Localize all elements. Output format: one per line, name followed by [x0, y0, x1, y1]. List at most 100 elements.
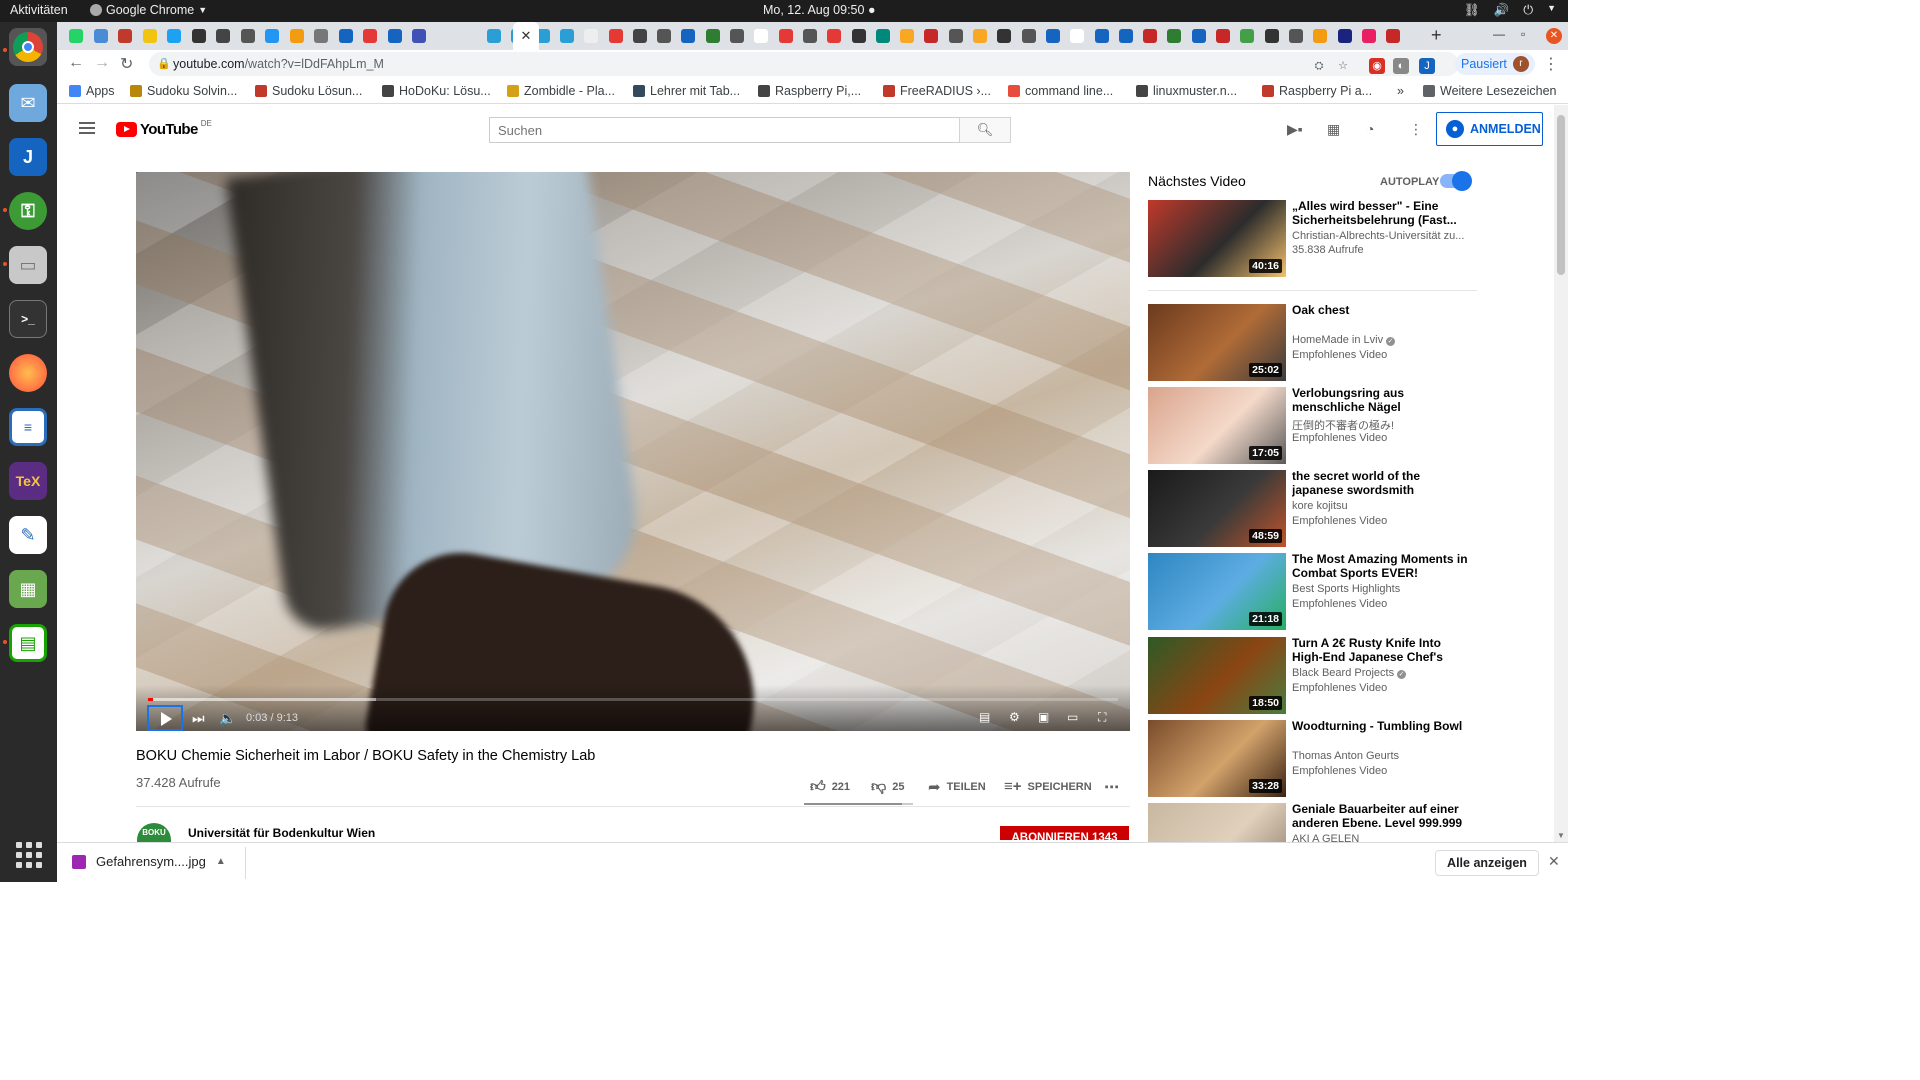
tab-favicon[interactable] — [900, 29, 915, 43]
tab-favicon[interactable] — [1070, 29, 1085, 43]
tab-favicon[interactable] — [1094, 29, 1109, 43]
recommended-video[interactable]: 48:59 the secret world of the japanese sw… — [1148, 470, 1478, 548]
tab-favicon[interactable] — [1216, 29, 1230, 43]
recommended-title[interactable]: Geniale Bauarbeiter auf einer anderen Eb… — [1292, 803, 1472, 830]
save-button[interactable]: ≡+ SPEICHERN — [1004, 778, 1092, 795]
recommended-title[interactable]: The Most Amazing Moments in Combat Sport… — [1292, 553, 1472, 580]
bookmark-item[interactable]: command line... — [1008, 84, 1113, 98]
tab-favicon[interactable] — [924, 29, 939, 43]
close-tab-icon[interactable]: ✕ — [521, 28, 532, 43]
recommended-title[interactable]: Oak chest — [1292, 304, 1472, 318]
bookmark-item[interactable]: Sudoku Lösun... — [255, 84, 362, 98]
more-vertical-icon[interactable]: ⋮ — [1543, 54, 1559, 74]
messages-icon[interactable]: ◔ — [1366, 121, 1374, 137]
calc-icon[interactable]: ▤ — [9, 624, 47, 662]
joplin-icon[interactable]: J — [9, 138, 47, 176]
channel-name[interactable]: Universität für Bodenkultur Wien — [188, 826, 375, 840]
bookmark-item[interactable]: Raspberry Pi,... — [758, 84, 861, 98]
tab-favicon[interactable] — [705, 29, 720, 43]
theater-mode-icon[interactable]: ▭ — [1067, 710, 1078, 724]
translate-icon[interactable]: ⛭ — [1311, 58, 1327, 74]
tab-favicon[interactable] — [314, 29, 328, 43]
tab-favicon[interactable] — [1118, 29, 1133, 43]
video-player[interactable]: ⏭ 🔈 0:03 / 9:13 ▤ ⚙ ▣ ▭ ⛶ — [136, 172, 1130, 731]
tab-favicon[interactable] — [802, 29, 817, 43]
power-icon[interactable]: ⏻ — [1523, 3, 1533, 18]
subscribe-button[interactable]: ABONNIEREN 1343 — [1000, 826, 1129, 840]
profile-button[interactable]: Pausiert r — [1455, 53, 1535, 75]
tab-favicon[interactable] — [191, 29, 206, 43]
tab-favicon[interactable] — [973, 29, 987, 43]
tab-favicon[interactable] — [778, 29, 793, 43]
video-thumbnail[interactable]: 40:16 — [1148, 200, 1286, 277]
back-icon[interactable]: ← — [68, 54, 84, 72]
like-button[interactable]: 👍︎ 221 — [810, 778, 850, 796]
tab-favicon[interactable] — [1386, 29, 1401, 43]
tab-favicon[interactable] — [1021, 29, 1036, 43]
search-button[interactable]: 🔍︎ — [959, 117, 1011, 143]
tab-favicon[interactable] — [948, 29, 963, 43]
video-thumbnail[interactable]: 17:05 — [1148, 387, 1286, 464]
tab-favicon[interactable] — [559, 29, 574, 43]
tab-favicon[interactable] — [265, 29, 279, 43]
youtube-logo[interactable]: YouTube DE — [116, 119, 212, 138]
tab-favicon[interactable] — [1288, 29, 1303, 43]
apps-grid-icon[interactable]: ▦ — [1327, 121, 1340, 138]
video-thumbnail[interactable]: 18:50 — [1148, 637, 1286, 714]
url-text[interactable]: youtube.com/watch?v=lDdFAhpLm_M — [173, 57, 384, 71]
channel-avatar[interactable]: BOKU — [137, 823, 171, 843]
tab-favicon[interactable] — [1264, 29, 1279, 43]
video-thumbnail[interactable]: 25:02 — [1148, 304, 1286, 381]
tab-favicon[interactable] — [754, 29, 769, 43]
page-scrollbar[interactable]: ▼ — [1554, 105, 1568, 842]
recommended-title[interactable]: „Alles wird besser" - Eine Sicherheitsbe… — [1292, 200, 1472, 227]
tab-favicon[interactable] — [412, 29, 426, 43]
extension-ghostery-icon[interactable]: ◐ — [1393, 58, 1409, 74]
minetest-icon[interactable]: ▦ — [9, 570, 47, 608]
settings-more-icon[interactable]: ⋮ — [1409, 121, 1423, 138]
volume-icon[interactable]: 🔈 — [219, 710, 236, 727]
search-input[interactable] — [489, 117, 960, 143]
tab-favicon[interactable] — [1313, 29, 1328, 43]
scrollbar-thumb[interactable] — [1557, 115, 1565, 275]
tab-favicon[interactable] — [216, 29, 230, 43]
tab-favicon[interactable] — [93, 29, 108, 43]
tab-favicon[interactable] — [487, 29, 501, 43]
menu-icon[interactable] — [79, 122, 95, 134]
tab-favicon[interactable] — [167, 29, 181, 43]
clock[interactable]: Mo, 12. Aug 09:50 ● — [763, 3, 876, 17]
tab-favicon[interactable] — [827, 29, 842, 43]
new-tab-button[interactable]: + — [1431, 25, 1442, 46]
recommended-title[interactable]: Woodturning - Tumbling Bowl — [1292, 720, 1472, 734]
lock-icon[interactable]: 🔒 — [157, 57, 171, 70]
tab-favicon[interactable] — [142, 29, 157, 43]
active-tab[interactable]: ✕ — [513, 22, 539, 50]
tab-favicon[interactable] — [69, 29, 83, 43]
recommended-video[interactable]: 33:28 Woodturning - Tumbling Bowl Thomas A… — [1148, 720, 1478, 798]
show-applications-icon[interactable] — [16, 842, 42, 868]
close-shelf-icon[interactable]: ✕ — [1548, 853, 1560, 870]
tab-favicon[interactable] — [632, 29, 647, 43]
create-video-icon[interactable]: ▶︎▪ — [1287, 121, 1303, 138]
firefox-icon[interactable] — [9, 354, 47, 392]
dislike-button[interactable]: 👎︎ 25 — [871, 778, 904, 796]
recommended-title[interactable]: Verlobungsring aus menschliche Nägel — [1292, 387, 1472, 414]
recommended-video[interactable]: 25:02 Oak chest HomeMade in Lviv ✓ Empfohlen… — [1148, 304, 1478, 382]
forward-icon[interactable]: → — [94, 54, 110, 72]
tab-favicon[interactable] — [608, 29, 623, 43]
share-button[interactable]: ➦ TEILEN — [928, 778, 986, 796]
activities-button[interactable]: Aktivitäten — [10, 3, 68, 17]
tab-favicon[interactable] — [997, 29, 1012, 43]
recommended-video[interactable]: 17:05 Verlobungsring aus menschliche Näge… — [1148, 387, 1478, 465]
minimize-icon[interactable]: — — [1493, 27, 1505, 41]
chrome-icon[interactable] — [9, 28, 47, 66]
tab-favicon[interactable] — [1240, 29, 1255, 43]
sign-in-button[interactable]: ● ANMELDEN — [1436, 112, 1543, 146]
tab-favicon[interactable] — [584, 29, 599, 43]
files-icon[interactable]: ▭ — [9, 246, 47, 284]
tab-favicon[interactable] — [1361, 29, 1376, 43]
autoplay-toggle[interactable] — [1440, 171, 1472, 191]
next-video-icon[interactable]: ⏭ — [192, 710, 205, 727]
video-thumbnail[interactable]: 21:18 — [1148, 553, 1286, 630]
scroll-down-icon[interactable]: ▼ — [1557, 831, 1565, 840]
